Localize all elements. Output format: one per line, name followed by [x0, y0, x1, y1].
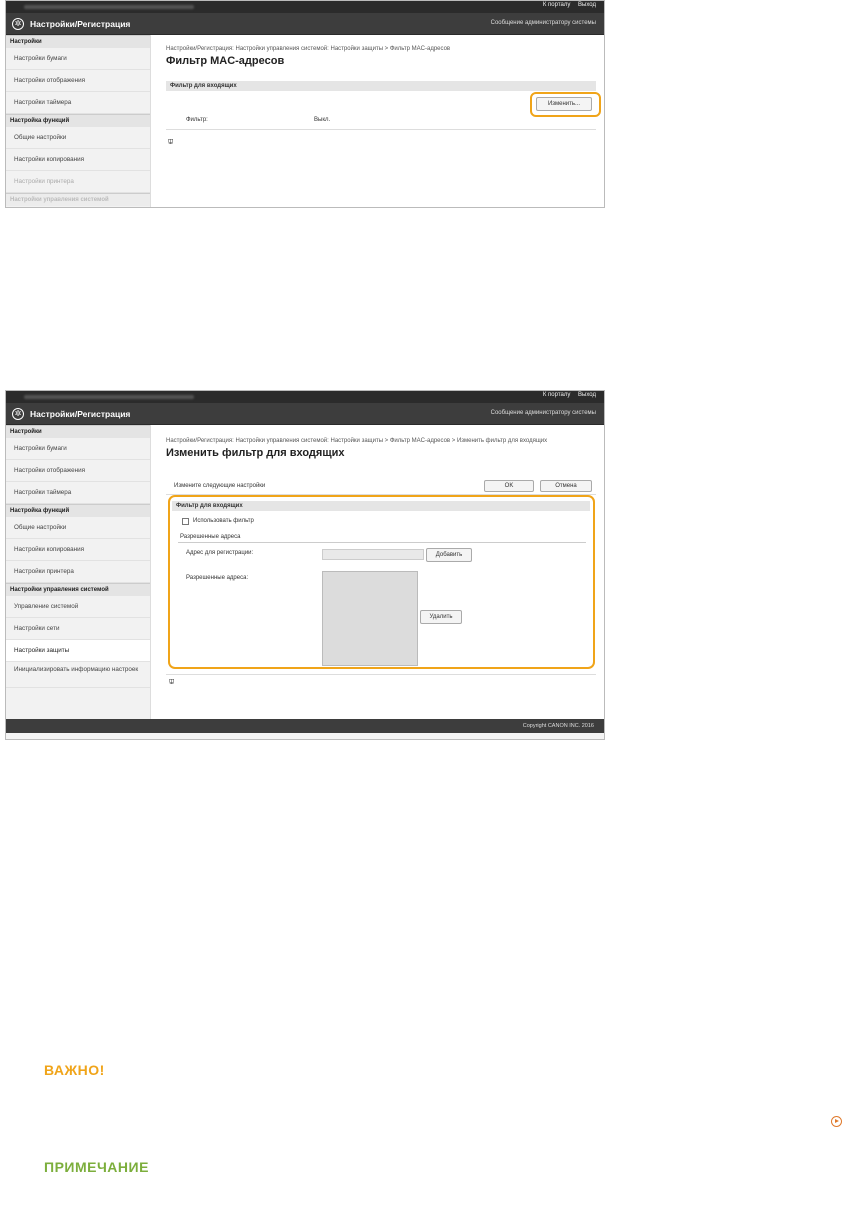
logout-link[interactable]: Выход — [578, 2, 596, 8]
blurred-device-info — [24, 395, 194, 399]
footer: Copyright CANON INC. 2016 — [6, 719, 604, 733]
sidebar-item-display[interactable]: Настройки отображения — [6, 460, 150, 482]
top-links: К порталу Выход — [537, 2, 596, 8]
section-title: Фильтр для входящих — [166, 81, 596, 91]
filter-label: Фильтр: — [186, 117, 208, 123]
app-title: Настройки/Регистрация — [30, 409, 131, 419]
main-content: Настройки/Регистрация: Настройки управле… — [166, 45, 596, 67]
page-title: Фильтр MAC-адресов — [166, 55, 285, 67]
sidebar-item-display[interactable]: Настройки отображения — [6, 70, 150, 92]
sidebar-section-settings: Настройки — [6, 35, 150, 48]
sidebar-section-system: Настройки управления системой — [6, 583, 150, 596]
back-to-top-icon[interactable]: ⯶ — [168, 138, 173, 149]
sidebar-section-system-faded: Настройки управления системой — [6, 193, 150, 206]
incoming-filter-section: Фильтр для входящих — [166, 81, 596, 91]
portal-link[interactable]: К порталу — [543, 392, 570, 398]
sidebar-item-copy[interactable]: Настройки копирования — [6, 539, 150, 561]
sidebar-section-functions: Настройка функций — [6, 114, 150, 127]
cancel-button[interactable]: Отмена — [540, 480, 592, 492]
divider — [166, 129, 596, 130]
screenshot-edit-incoming-filter: К порталу Выход ✲ Настройки/Регистрация … — [5, 390, 605, 740]
screenshot-mac-filter: К порталу Выход ✲ Настройки/Регистрация … — [5, 0, 605, 208]
sidebar-item-initialize[interactable]: Инициализировать информацию настроек — [6, 662, 150, 688]
main-content: Настройки/Регистрация: Настройки управле… — [166, 437, 596, 459]
sidebar-item-paper[interactable]: Настройки бумаги — [6, 48, 150, 70]
filter-value: Выкл. — [314, 117, 331, 123]
sidebar-item-system-management[interactable]: Управление системой — [6, 596, 150, 618]
breadcrumb: Настройки/Регистрация: Настройки управле… — [166, 438, 548, 444]
footer-space — [6, 733, 604, 739]
logout-link[interactable]: Выход — [578, 392, 596, 398]
settings-highlight — [168, 495, 595, 669]
sidebar-item-common[interactable]: Общие настройки — [6, 127, 150, 149]
copyright-text: Copyright CANON INC. 2016 — [522, 723, 594, 729]
ok-button[interactable]: OK — [484, 480, 534, 492]
top-bar: К порталу Выход — [6, 391, 604, 403]
sidebar-item-paper[interactable]: Настройки бумаги — [6, 438, 150, 460]
instruction-text: Измените следующие настройки — [174, 483, 266, 489]
sidebar-item-timer[interactable]: Настройки таймера — [6, 482, 150, 504]
portal-link[interactable]: К порталу — [543, 2, 570, 8]
title-bar: ✲ Настройки/Регистрация Сообщение админи… — [6, 403, 604, 425]
breadcrumb: Настройки/Регистрация: Настройки управле… — [166, 46, 451, 52]
app-title: Настройки/Регистрация — [30, 19, 131, 29]
sidebar: Настройки Настройки бумаги Настройки ото… — [6, 35, 151, 207]
page-title: Изменить фильтр для входящих — [166, 447, 345, 459]
sidebar: Настройки Настройки бумаги Настройки ото… — [6, 425, 151, 719]
sidebar-item-printer[interactable]: Настройки принтера — [6, 171, 150, 193]
title-bar: ✲ Настройки/Регистрация Сообщение админи… — [6, 13, 604, 35]
top-bar: К порталу Выход — [6, 1, 604, 13]
admin-message-link[interactable]: Сообщение администратору системы — [491, 410, 596, 416]
sidebar-item-network[interactable]: Настройки сети — [6, 618, 150, 640]
divider-bottom — [166, 674, 596, 675]
sidebar-item-security[interactable]: Настройки защиты — [6, 640, 150, 662]
back-to-top-icon[interactable]: ⯶ — [169, 678, 174, 689]
blurred-device-info — [24, 5, 194, 9]
sidebar-section-settings: Настройки — [6, 425, 150, 438]
admin-message-link[interactable]: Сообщение администратору системы — [491, 20, 596, 26]
edit-button-highlight — [530, 92, 601, 117]
sidebar-section-functions: Настройка функций — [6, 504, 150, 517]
settings-logo-icon: ✲ — [12, 408, 24, 420]
sidebar-item-common[interactable]: Общие настройки — [6, 517, 150, 539]
link-arrow-icon[interactable] — [831, 1116, 842, 1127]
important-heading: ВАЖНО! — [44, 1062, 105, 1078]
settings-logo-icon: ✲ — [12, 18, 24, 30]
top-links: К порталу Выход — [537, 392, 596, 398]
sidebar-item-copy[interactable]: Настройки копирования — [6, 149, 150, 171]
sidebar-item-timer[interactable]: Настройки таймера — [6, 92, 150, 114]
sidebar-item-printer[interactable]: Настройки принтера — [6, 561, 150, 583]
note-heading: ПРИМЕЧАНИЕ — [44, 1159, 149, 1175]
